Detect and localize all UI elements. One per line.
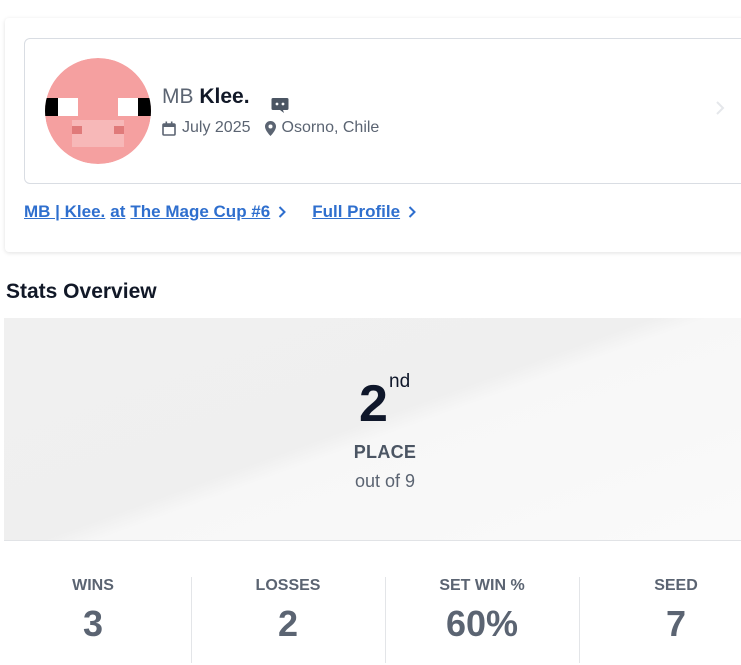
event-entry-at: at — [110, 202, 126, 221]
discord-icon[interactable] — [271, 97, 289, 113]
calendar-icon — [162, 121, 176, 136]
stat-set-win-pct: SET WIN % 60% — [385, 577, 579, 645]
player-profile-card: MB Klee. July 2025 Osorno, Chile MB | Kl… — [5, 18, 741, 252]
placement-out-of: out of 9 — [354, 471, 416, 491]
event-entry-player: MB | Klee. — [24, 202, 106, 221]
event-entry-event: The Mage Cup #6 — [130, 202, 271, 221]
stat-label: SET WIN % — [439, 577, 525, 594]
stat-label: SEED — [654, 577, 698, 594]
chevron-right-icon — [408, 206, 416, 218]
stat-seed: SEED 7 — [579, 577, 741, 645]
stat-value: 60% — [445, 603, 519, 644]
stat-wins: WINS 3 — [0, 577, 190, 645]
stat-label: LOSSES — [255, 577, 321, 594]
placement-label: PLACE — [353, 442, 417, 462]
player-name-line: MB Klee. — [162, 85, 250, 109]
pig-face-avatar-icon — [45, 58, 151, 164]
stat-losses: LOSSES 2 — [191, 577, 385, 645]
stats-overview-heading: Stats Overview — [6, 280, 157, 303]
full-profile-link[interactable]: Full Profile — [312, 202, 416, 222]
avatar — [45, 58, 151, 164]
chevron-right-icon — [279, 206, 287, 218]
placement-suffix: nd — [389, 371, 411, 392]
user-summary[interactable]: MB Klee. July 2025 Osorno, Chile — [24, 38, 741, 184]
profile-links: MB | Klee. at The Mage Cup #6 Full Profi… — [24, 202, 416, 222]
stats-row: WINS 3 LOSSES 2 SET WIN % 60% SEED 7 — [4, 541, 741, 665]
event-entry-link[interactable]: MB | Klee. at The Mage Cup #6 — [24, 202, 287, 222]
stat-value: 3 — [82, 603, 104, 644]
team-tag: MB — [162, 85, 194, 108]
stat-value: 7 — [665, 603, 687, 644]
stat-label: WINS — [72, 577, 114, 594]
player-meta: July 2025 Osorno, Chile — [162, 119, 379, 137]
stats-card: 2 nd PLACE out of 9 WINS 3 LOSSES 2 SET … — [4, 318, 741, 665]
location: Osorno, Chile — [281, 119, 380, 136]
placement-hero: 2 nd PLACE out of 9 — [4, 318, 741, 541]
full-profile-label: Full Profile — [312, 202, 401, 221]
joined-date: July 2025 — [182, 119, 251, 136]
player-name: Klee. — [199, 85, 250, 108]
location-pin-icon — [264, 120, 276, 136]
chevron-right-icon[interactable] — [715, 101, 725, 115]
stat-value: 2 — [277, 603, 299, 644]
placement-number: 2 — [359, 375, 388, 433]
